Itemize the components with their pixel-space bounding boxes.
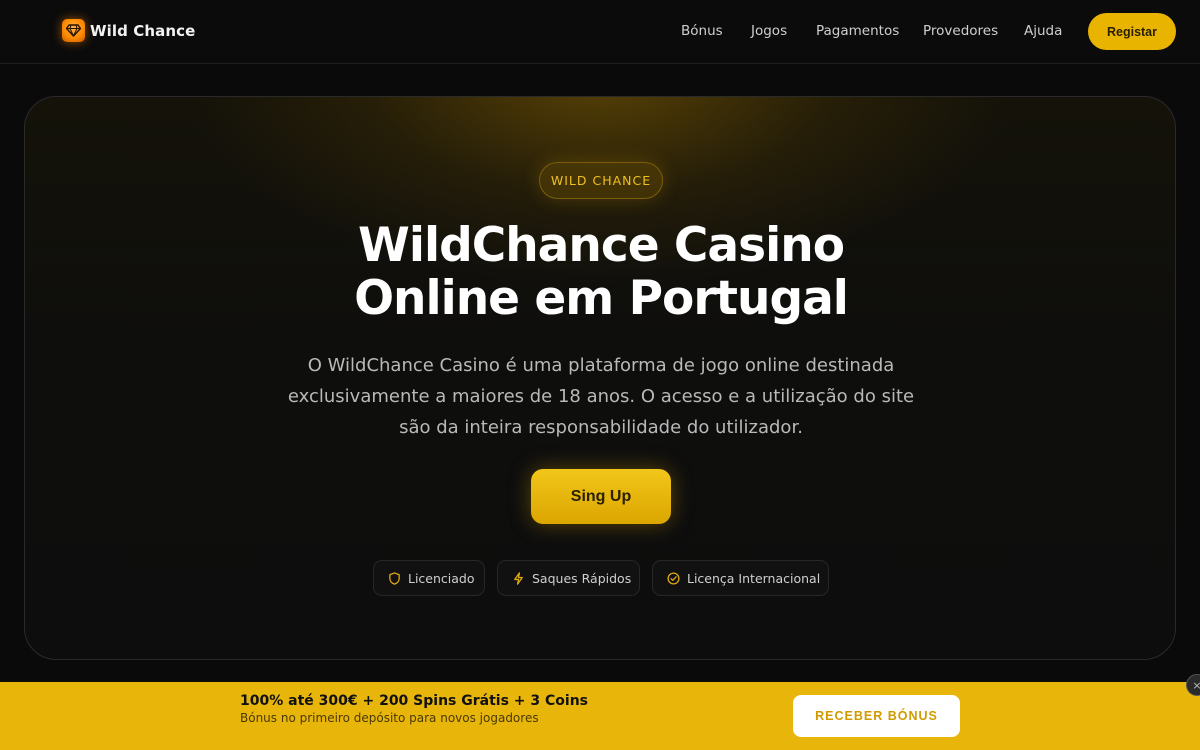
lightning-icon — [514, 571, 523, 585]
badge-licenca-internacional: Licença Internacional — [652, 560, 829, 596]
badge-label: Licença Internacional — [687, 570, 821, 586]
nav-ajuda[interactable]: Ajuda — [1024, 23, 1062, 39]
badge-licenciado: Licenciado — [373, 560, 485, 596]
bonus-title: 100% até 300€ + 200 Spins Grátis + 3 Coi… — [240, 693, 589, 709]
nav-provedores[interactable]: Provedores — [923, 23, 998, 39]
hero-description: O WildChance Casino é uma plataforma de … — [287, 355, 915, 438]
shield-icon — [389, 571, 400, 585]
nav-pagamentos[interactable]: Pagamentos — [816, 23, 899, 39]
site-header: Wild Chance Bónus Jogos Pagamentos Prove… — [0, 0, 1200, 64]
logo[interactable]: Wild Chance — [62, 19, 195, 42]
hero-section: WILD CHANCE WildChance Casino Online em … — [24, 96, 1176, 660]
signup-button[interactable]: Sing Up — [531, 469, 671, 524]
badge-saques-rapidos: Saques Rápidos — [497, 560, 640, 596]
bonus-banner: 100% até 300€ + 200 Spins Grátis + 3 Coi… — [0, 674, 1200, 750]
page: Wild Chance Bónus Jogos Pagamentos Prove… — [0, 0, 1200, 750]
nav-bonus[interactable]: Bónus — [681, 23, 723, 39]
nav-jogos[interactable]: Jogos — [751, 23, 787, 39]
page-title: WildChance Casino Online em Portugal — [25, 218, 1175, 326]
bonus-subtitle: Bónus no primeiro depósito para novos jo… — [240, 711, 539, 725]
brand-pill: WILD CHANCE — [539, 162, 663, 199]
brand-name: Wild Chance — [90, 21, 196, 40]
diamond-icon — [62, 19, 85, 42]
close-icon[interactable]: × — [1186, 674, 1200, 696]
claim-bonus-button[interactable]: RECEBER BÓNUS — [793, 695, 960, 737]
badge-label: Licenciado — [408, 570, 475, 586]
register-button[interactable]: Registar — [1088, 13, 1176, 50]
title-line-1: WildChance Casino — [358, 218, 845, 273]
title-line-2: Online em Portugal — [354, 271, 849, 326]
badge-label: Saques Rápidos — [532, 570, 632, 586]
check-circle-icon — [667, 571, 680, 585]
